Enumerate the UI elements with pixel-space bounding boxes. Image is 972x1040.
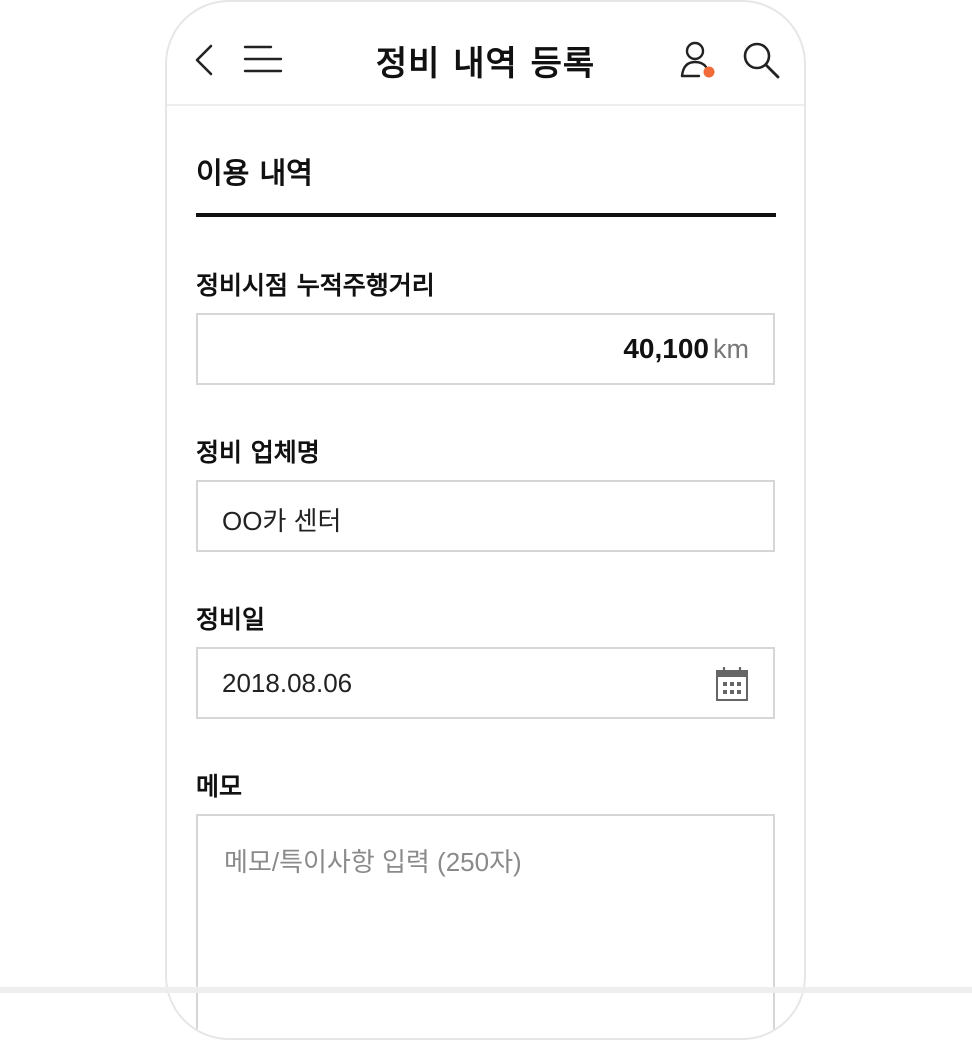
mileage-unit: km [713, 334, 749, 364]
section-title: 이용 내역 [196, 156, 313, 190]
header: 정비 내역 등록 [167, 2, 804, 106]
shop-value: OO카 센터 [222, 506, 342, 536]
shop-input[interactable]: OO카 센터 [196, 480, 775, 552]
memo-label: 메모 [196, 772, 243, 801]
section-divider [196, 213, 776, 217]
mileage-label: 정비시점 누적주행거리 [196, 271, 435, 300]
memo-textarea[interactable]: 메모/특이사항 입력 (250자) [196, 814, 775, 1038]
date-value: 2018.08.06 [222, 668, 353, 698]
search-icon[interactable] [741, 40, 781, 80]
mileage-value: 40,100 [623, 333, 709, 364]
calendar-icon[interactable] [715, 666, 749, 702]
date-label: 정비일 [196, 605, 266, 634]
mileage-display: 40,100 km [623, 333, 749, 365]
date-input[interactable]: 2018.08.06 [196, 647, 775, 719]
memo-placeholder: 메모/특이사항 입력 (250자) [224, 847, 522, 877]
mileage-input[interactable]: 40,100 km [196, 313, 775, 385]
phone-frame: 정비 내역 등록 이용 내역 정비시점 누적주행거리 40,100 km 정비 업… [165, 0, 806, 1040]
notification-dot [703, 66, 715, 78]
bottom-strip [0, 987, 972, 993]
user-icon[interactable] [679, 40, 717, 80]
shop-label: 정비 업체명 [196, 438, 320, 467]
